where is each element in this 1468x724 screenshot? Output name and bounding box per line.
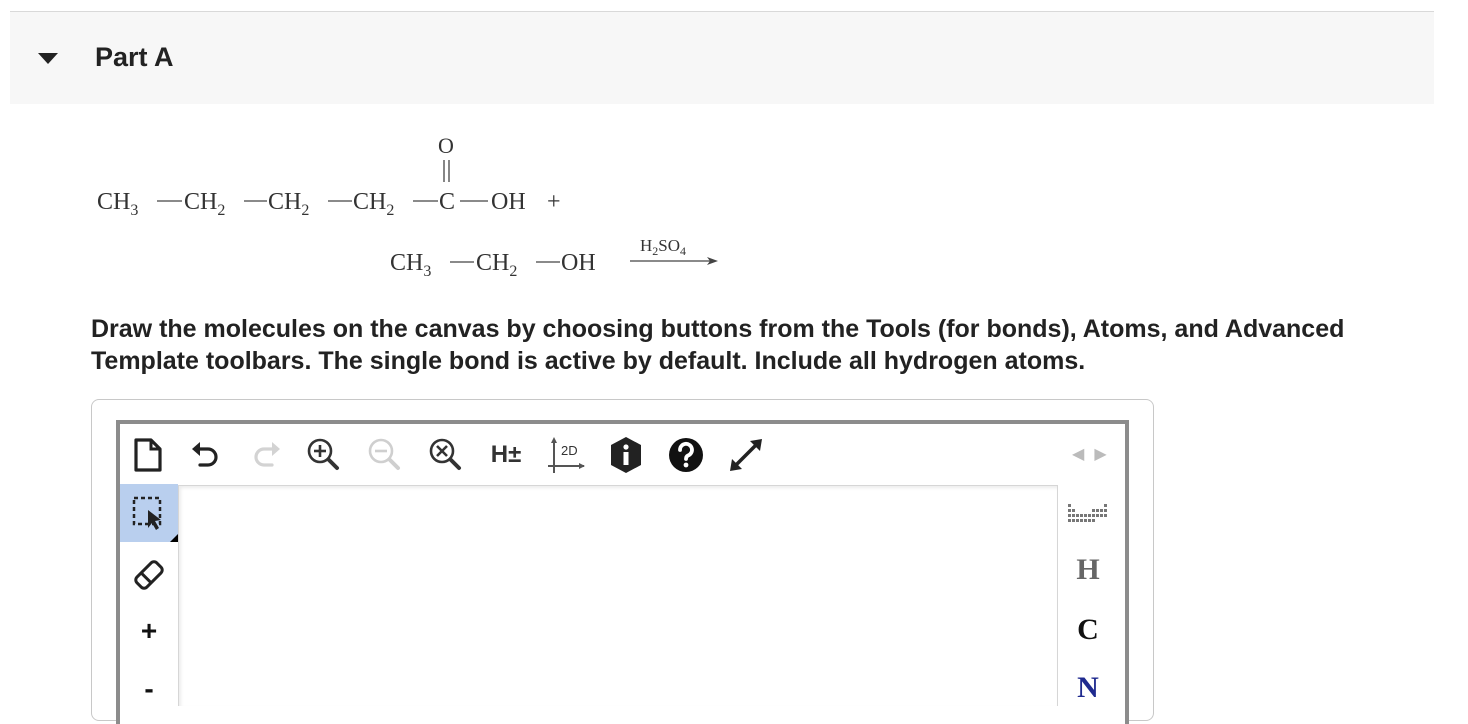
scroll-right-icon[interactable]: ▶ (1094, 444, 1106, 468)
acid-carbonyl-carbon: C (439, 189, 455, 215)
atom-c-button[interactable]: C (1058, 602, 1118, 658)
part-header[interactable]: Part A (10, 12, 1434, 104)
scroll-left-icon[interactable]: ◀ (1072, 444, 1084, 468)
minus-charge-label: - (144, 673, 154, 704)
clear-canvas-button[interactable] (128, 432, 168, 478)
acid-oh: OH (491, 189, 526, 215)
alcohol-ch3: CH3 (390, 250, 431, 280)
zoom-reset-button[interactable] (426, 432, 466, 478)
info-button[interactable] (606, 432, 646, 478)
erase-tool-button[interactable] (120, 546, 178, 604)
top-toolbar: H± 2D (120, 424, 1120, 484)
instructions-text: Draw the molecules on the canvas by choo… (91, 315, 1345, 375)
acid-ch2-c: CH2 (353, 189, 394, 219)
clean-2d-icon: 2D (548, 437, 585, 473)
acid-ch2-a: CH2 (184, 189, 225, 219)
acid-ch3: CH3 (97, 189, 138, 219)
selection-icon (132, 496, 162, 530)
atom-h-button[interactable]: H (1058, 542, 1118, 598)
hydrogens-label: H± (490, 441, 522, 468)
toolbar-scroll-arrows[interactable]: ◀ ▶ (1072, 444, 1112, 468)
zoom-in-icon (307, 438, 339, 470)
carbonyl-oxygen: O (438, 133, 454, 158)
toggle-hydrogens-button[interactable]: H± (486, 432, 526, 478)
undo-button[interactable] (186, 432, 226, 478)
reaction-equation: O CH3 CH2 CH2 CH2 C OH + CH3 CH2 OH H2SO… (97, 133, 718, 280)
catalyst-label: H2SO4 (640, 236, 686, 258)
help-button[interactable] (666, 432, 706, 478)
alcohol-ch2: CH2 (476, 250, 517, 280)
plus-charge-label: + (140, 615, 158, 646)
plus-sign: + (547, 189, 561, 215)
periodic-table-button[interactable] (1058, 486, 1118, 542)
drawing-canvas[interactable] (178, 485, 1058, 706)
select-tool-button[interactable] (120, 484, 178, 542)
undo-icon (192, 442, 218, 467)
atom-c-label: C (1077, 613, 1099, 646)
eraser-icon (134, 560, 164, 590)
acid-ch2-b: CH2 (268, 189, 309, 219)
redo-button[interactable] (246, 432, 286, 478)
decrease-charge-button[interactable]: - (120, 660, 178, 718)
expand-icon (730, 439, 762, 471)
info-icon (611, 437, 641, 473)
zoom-reset-icon (429, 438, 461, 470)
zoom-out-button[interactable] (365, 432, 405, 478)
redo-icon (254, 442, 280, 467)
zoom-out-icon (368, 438, 400, 470)
new-document-icon (134, 438, 162, 472)
fullscreen-button[interactable] (726, 432, 766, 478)
periodic-table-icon (1068, 504, 1107, 522)
increase-charge-button[interactable]: + (120, 602, 178, 660)
collapse-caret-icon[interactable] (38, 53, 58, 64)
svg-text:2D: 2D (561, 443, 578, 458)
zoom-in-button[interactable] (304, 432, 344, 478)
clean-2d-button[interactable]: 2D (546, 432, 586, 478)
atom-h-label: H (1076, 553, 1100, 586)
part-title: Part A (95, 42, 174, 72)
tools-toolbar: + - (120, 484, 178, 704)
alcohol-oh: OH (561, 250, 596, 276)
atom-n-button[interactable]: N (1058, 660, 1118, 716)
help-icon (669, 438, 703, 472)
atom-n-label: N (1077, 671, 1099, 704)
atoms-toolbar: H C N (1058, 484, 1118, 704)
